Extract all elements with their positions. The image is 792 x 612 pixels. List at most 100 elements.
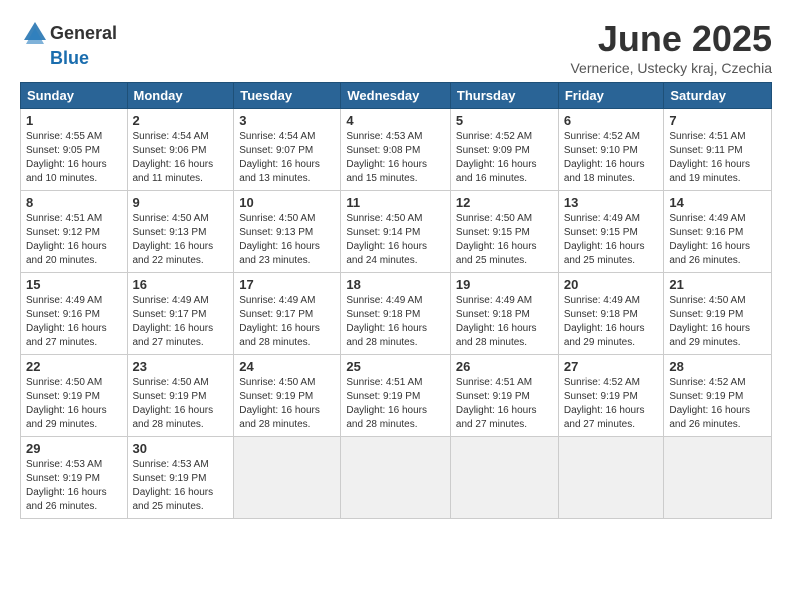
day-number: 26 <box>456 359 553 374</box>
day-number: 15 <box>26 277 122 292</box>
day-number: 19 <box>456 277 553 292</box>
table-row: 24 Sunrise: 4:50 AM Sunset: 9:19 PM Dayl… <box>234 355 341 437</box>
day-number: 25 <box>346 359 445 374</box>
location: Vernerice, Ustecky kraj, Czechia <box>570 60 772 76</box>
day-number: 11 <box>346 195 445 210</box>
day-info: Sunrise: 4:49 AM Sunset: 9:16 PM Dayligh… <box>26 294 122 350</box>
day-info: Sunrise: 4:50 AM Sunset: 9:13 PM Dayligh… <box>133 212 229 268</box>
day-number: 8 <box>26 195 122 210</box>
table-row: 6 Sunrise: 4:52 AM Sunset: 9:10 PM Dayli… <box>558 109 664 191</box>
col-wednesday: Wednesday <box>341 83 451 109</box>
table-row: 8 Sunrise: 4:51 AM Sunset: 9:12 PM Dayli… <box>21 191 128 273</box>
table-row <box>558 437 664 519</box>
day-info: Sunrise: 4:50 AM Sunset: 9:15 PM Dayligh… <box>456 212 553 268</box>
table-row: 19 Sunrise: 4:49 AM Sunset: 9:18 PM Dayl… <box>450 273 558 355</box>
day-number: 18 <box>346 277 445 292</box>
table-row: 10 Sunrise: 4:50 AM Sunset: 9:13 PM Dayl… <box>234 191 341 273</box>
table-row: 13 Sunrise: 4:49 AM Sunset: 9:15 PM Dayl… <box>558 191 664 273</box>
day-number: 21 <box>669 277 766 292</box>
table-row: 5 Sunrise: 4:52 AM Sunset: 9:09 PM Dayli… <box>450 109 558 191</box>
day-info: Sunrise: 4:49 AM Sunset: 9:16 PM Dayligh… <box>669 212 766 268</box>
day-info: Sunrise: 4:49 AM Sunset: 9:17 PM Dayligh… <box>133 294 229 350</box>
table-row: 23 Sunrise: 4:50 AM Sunset: 9:19 PM Dayl… <box>127 355 234 437</box>
table-row: 18 Sunrise: 4:49 AM Sunset: 9:18 PM Dayl… <box>341 273 451 355</box>
calendar-week-row: 29 Sunrise: 4:53 AM Sunset: 9:19 PM Dayl… <box>21 437 772 519</box>
col-monday: Monday <box>127 83 234 109</box>
day-number: 5 <box>456 113 553 128</box>
logo-icon <box>20 18 50 48</box>
month-title: June 2025 <box>570 18 772 60</box>
day-info: Sunrise: 4:55 AM Sunset: 9:05 PM Dayligh… <box>26 130 122 186</box>
day-number: 20 <box>564 277 659 292</box>
table-row: 25 Sunrise: 4:51 AM Sunset: 9:19 PM Dayl… <box>341 355 451 437</box>
day-number: 22 <box>26 359 122 374</box>
day-info: Sunrise: 4:50 AM Sunset: 9:19 PM Dayligh… <box>26 376 122 432</box>
table-row: 3 Sunrise: 4:54 AM Sunset: 9:07 PM Dayli… <box>234 109 341 191</box>
table-row: 29 Sunrise: 4:53 AM Sunset: 9:19 PM Dayl… <box>21 437 128 519</box>
table-row: 26 Sunrise: 4:51 AM Sunset: 9:19 PM Dayl… <box>450 355 558 437</box>
calendar-table: Sunday Monday Tuesday Wednesday Thursday… <box>20 82 772 519</box>
col-saturday: Saturday <box>664 83 772 109</box>
table-row: 9 Sunrise: 4:50 AM Sunset: 9:13 PM Dayli… <box>127 191 234 273</box>
col-thursday: Thursday <box>450 83 558 109</box>
table-row: 1 Sunrise: 4:55 AM Sunset: 9:05 PM Dayli… <box>21 109 128 191</box>
table-row <box>341 437 451 519</box>
title-block: June 2025 Vernerice, Ustecky kraj, Czech… <box>570 18 772 76</box>
day-info: Sunrise: 4:52 AM Sunset: 9:19 PM Dayligh… <box>564 376 659 432</box>
table-row: 30 Sunrise: 4:53 AM Sunset: 9:19 PM Dayl… <box>127 437 234 519</box>
day-info: Sunrise: 4:49 AM Sunset: 9:18 PM Dayligh… <box>456 294 553 350</box>
day-number: 24 <box>239 359 335 374</box>
day-info: Sunrise: 4:50 AM Sunset: 9:19 PM Dayligh… <box>239 376 335 432</box>
day-info: Sunrise: 4:51 AM Sunset: 9:12 PM Dayligh… <box>26 212 122 268</box>
day-number: 17 <box>239 277 335 292</box>
logo-general-text: General <box>50 23 117 44</box>
day-info: Sunrise: 4:52 AM Sunset: 9:19 PM Dayligh… <box>669 376 766 432</box>
table-row <box>234 437 341 519</box>
col-sunday: Sunday <box>21 83 128 109</box>
day-number: 2 <box>133 113 229 128</box>
day-info: Sunrise: 4:54 AM Sunset: 9:07 PM Dayligh… <box>239 130 335 186</box>
day-number: 16 <box>133 277 229 292</box>
day-info: Sunrise: 4:51 AM Sunset: 9:19 PM Dayligh… <box>346 376 445 432</box>
day-info: Sunrise: 4:49 AM Sunset: 9:18 PM Dayligh… <box>564 294 659 350</box>
day-number: 29 <box>26 441 122 456</box>
day-info: Sunrise: 4:50 AM Sunset: 9:19 PM Dayligh… <box>669 294 766 350</box>
day-number: 10 <box>239 195 335 210</box>
day-info: Sunrise: 4:49 AM Sunset: 9:15 PM Dayligh… <box>564 212 659 268</box>
calendar-header-row: Sunday Monday Tuesday Wednesday Thursday… <box>21 83 772 109</box>
day-number: 14 <box>669 195 766 210</box>
day-info: Sunrise: 4:53 AM Sunset: 9:19 PM Dayligh… <box>133 458 229 514</box>
day-info: Sunrise: 4:50 AM Sunset: 9:13 PM Dayligh… <box>239 212 335 268</box>
table-row: 12 Sunrise: 4:50 AM Sunset: 9:15 PM Dayl… <box>450 191 558 273</box>
day-number: 30 <box>133 441 229 456</box>
day-info: Sunrise: 4:50 AM Sunset: 9:19 PM Dayligh… <box>133 376 229 432</box>
calendar-week-row: 8 Sunrise: 4:51 AM Sunset: 9:12 PM Dayli… <box>21 191 772 273</box>
day-info: Sunrise: 4:52 AM Sunset: 9:09 PM Dayligh… <box>456 130 553 186</box>
table-row: 4 Sunrise: 4:53 AM Sunset: 9:08 PM Dayli… <box>341 109 451 191</box>
logo: General Blue <box>20 18 117 69</box>
day-info: Sunrise: 4:52 AM Sunset: 9:10 PM Dayligh… <box>564 130 659 186</box>
day-number: 4 <box>346 113 445 128</box>
table-row: 2 Sunrise: 4:54 AM Sunset: 9:06 PM Dayli… <box>127 109 234 191</box>
table-row: 27 Sunrise: 4:52 AM Sunset: 9:19 PM Dayl… <box>558 355 664 437</box>
calendar-week-row: 1 Sunrise: 4:55 AM Sunset: 9:05 PM Dayli… <box>21 109 772 191</box>
logo-blue-text: Blue <box>50 48 89 69</box>
table-row: 11 Sunrise: 4:50 AM Sunset: 9:14 PM Dayl… <box>341 191 451 273</box>
table-row: 21 Sunrise: 4:50 AM Sunset: 9:19 PM Dayl… <box>664 273 772 355</box>
day-number: 1 <box>26 113 122 128</box>
table-row: 17 Sunrise: 4:49 AM Sunset: 9:17 PM Dayl… <box>234 273 341 355</box>
day-number: 13 <box>564 195 659 210</box>
table-row <box>664 437 772 519</box>
calendar-week-row: 15 Sunrise: 4:49 AM Sunset: 9:16 PM Dayl… <box>21 273 772 355</box>
table-row: 16 Sunrise: 4:49 AM Sunset: 9:17 PM Dayl… <box>127 273 234 355</box>
day-number: 23 <box>133 359 229 374</box>
header: General Blue June 2025 Vernerice, Usteck… <box>20 18 772 76</box>
day-number: 7 <box>669 113 766 128</box>
day-number: 9 <box>133 195 229 210</box>
col-tuesday: Tuesday <box>234 83 341 109</box>
day-info: Sunrise: 4:51 AM Sunset: 9:19 PM Dayligh… <box>456 376 553 432</box>
day-number: 12 <box>456 195 553 210</box>
day-number: 3 <box>239 113 335 128</box>
calendar-week-row: 22 Sunrise: 4:50 AM Sunset: 9:19 PM Dayl… <box>21 355 772 437</box>
table-row: 14 Sunrise: 4:49 AM Sunset: 9:16 PM Dayl… <box>664 191 772 273</box>
